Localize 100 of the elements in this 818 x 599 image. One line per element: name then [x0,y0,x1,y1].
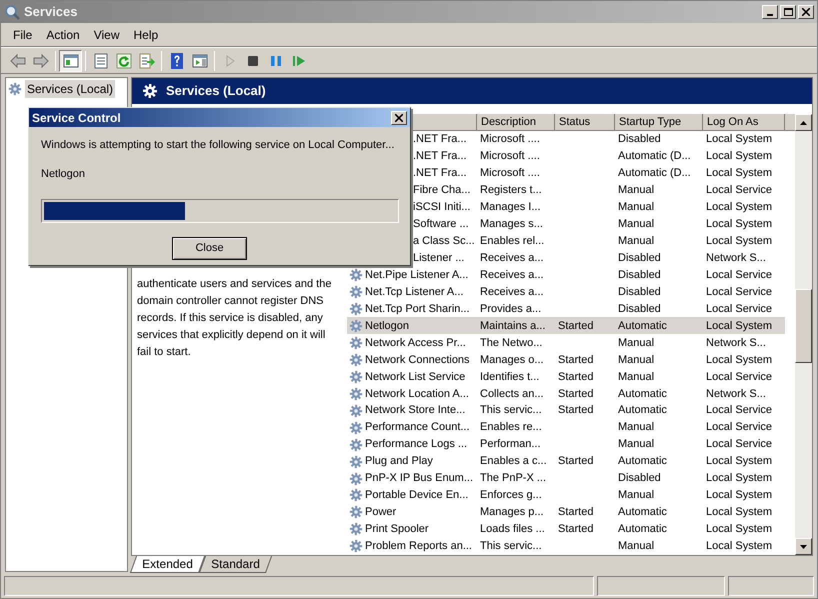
table-cell: The PnP-X ... [480,472,546,484]
table-cell: Network S... [706,252,766,264]
gear-icon [349,488,363,502]
close-button[interactable] [391,110,407,124]
gear-icon [349,285,363,300]
close-button[interactable] [798,5,814,19]
table-cell: Maintains a... [480,320,546,332]
table-row[interactable]: Print Spooler Loads files ... Started Automatic Local System [347,520,785,538]
gear-icon [142,83,158,99]
scrollbar-thumb[interactable] [795,289,812,363]
table-cell: Local System [706,489,772,502]
column-header[interactable]: Startup Type [615,114,703,131]
menu-item[interactable]: File [7,24,38,44]
table-cell: Manual [618,201,654,214]
table-cell: Enforces g... [480,489,542,502]
minimize-button[interactable] [762,5,778,19]
view-tab[interactable]: Standard [198,556,272,573]
menu-item[interactable]: View [88,24,126,44]
table-cell: Manual [618,540,654,552]
table-cell: Local Service [706,184,772,196]
gear-icon [349,505,363,520]
dialog-title: Service Control [32,110,121,126]
table-cell: Collects an... [480,388,544,400]
table-row[interactable]: Portable Device En... Enforces g... Manual Local System [347,487,785,504]
table-row[interactable]: Network Location A... Collects an... Started Automatic Network S... [347,385,785,402]
close-dialog-button[interactable]: Close [172,237,247,260]
table-row[interactable]: Problem Reports an... This servic... Manual Local System [347,538,785,555]
table-cell: Enables re... [480,421,542,434]
table-cell: Microsoft .... [480,167,540,180]
table-cell: Manual [618,354,654,366]
service-name: Net.Pipe Listener A... [365,268,468,283]
table-cell: Local System [706,455,772,468]
column-header[interactable] [785,114,795,131]
table-row[interactable]: Net.Tcp Listener A... Receives a... Disabled Local Service [347,284,785,301]
table-cell: Local System [706,218,772,230]
table-row[interactable]: Net.Tcp Port Sharin... Provides a... Disabled Local Service [347,300,785,318]
service-name: Print Spooler [365,522,429,538]
service-name: Network Connections [365,352,470,368]
table-row[interactable]: Plug and Play Enables a c... Started Automatic Local System [347,453,785,470]
gear-icon [8,82,22,96]
gear-icon [349,370,363,384]
export-list-icon [138,52,154,68]
tree-item[interactable]: Services (Local) [25,80,116,98]
service-name: Plug and Play [365,454,433,470]
menu-item[interactable]: Help [128,24,164,44]
table-cell: Manual [618,234,654,247]
service-name: Listener ... [413,250,464,266]
table-row[interactable]: Power Manages p... Started Automatic Local System [347,504,785,521]
table-cell: Local System [706,354,772,366]
help-icon [168,52,184,68]
table-cell: Local System [706,133,772,146]
scroll-down-icon[interactable] [800,544,807,548]
scrollbar[interactable] [795,114,812,555]
column-header[interactable]: Status [555,114,615,131]
table-cell: Receives a... [480,252,544,264]
table-cell: Microsoft .... [480,150,540,162]
service-name: Network Access Pr... [365,336,466,351]
gear-icon [349,352,363,367]
gear-icon [349,472,363,486]
close-icon [395,114,403,122]
service-name: .NET Fra... [413,132,467,148]
table-row[interactable]: Network Connections Manages o... Started Manual Local System [347,351,785,368]
table-cell: Performan... [480,438,541,450]
window-pane-icon [62,52,78,68]
table-cell: Started [558,404,594,416]
column-header[interactable]: Log On As [703,114,785,131]
table-row[interactable]: Performance Logs ... Performan... Manual Local Service [347,436,785,454]
table-cell: Manual [618,421,654,434]
table-row[interactable]: Network Access Pr... The Netwo... Manual Network S... [347,334,785,352]
console-tree-button[interactable] [59,50,82,72]
table-row[interactable]: PnP-X IP Bus Enum... The PnP-X ... Disabled Local System [347,470,785,488]
view-tab[interactable]: Extended [130,556,205,573]
table-cell: Manages I... [480,201,541,214]
table-cell: Local System [706,167,772,180]
service-name: Network Location A... [365,386,469,402]
service-name: Netlogon [41,166,86,182]
service-name: Network List Service [365,370,466,385]
table-row[interactable]: Network Store Inte... This servic... Started Automatic Local Service [347,402,785,420]
column-header[interactable]: Description [477,114,555,131]
table-cell: Receives a... [480,268,544,281]
table-row[interactable]: Performance Count... Enables re... Manual Local Service [347,419,785,436]
arrow-right-icon [32,52,48,68]
table-cell: Disabled [618,302,661,315]
table-cell: Disabled [618,268,661,281]
gear-icon [349,268,363,282]
scroll-up-icon[interactable] [800,120,807,124]
menu-item[interactable]: Action [40,24,86,44]
service-name: Netlogon [365,318,410,334]
table-cell: The Netwo... [480,336,542,349]
table-cell: Manual [618,438,654,450]
maximize-button[interactable] [780,5,796,19]
table-cell: Local System [706,523,772,536]
table-cell: Local Service [706,286,772,298]
table-cell: Registers t... [480,184,542,196]
table-row[interactable]: Netlogon Maintains a... Started Automatic Local System [347,317,785,334]
table-cell: Local Service [706,370,772,383]
table-cell: Disabled [618,472,661,484]
table-cell: Started [558,455,594,468]
table-row[interactable]: Network List Service Identifies t... Started Manual Local Service [347,368,785,386]
table-row[interactable]: Net.Pipe Listener A... Receives a... Disabled Local Service [347,266,785,284]
